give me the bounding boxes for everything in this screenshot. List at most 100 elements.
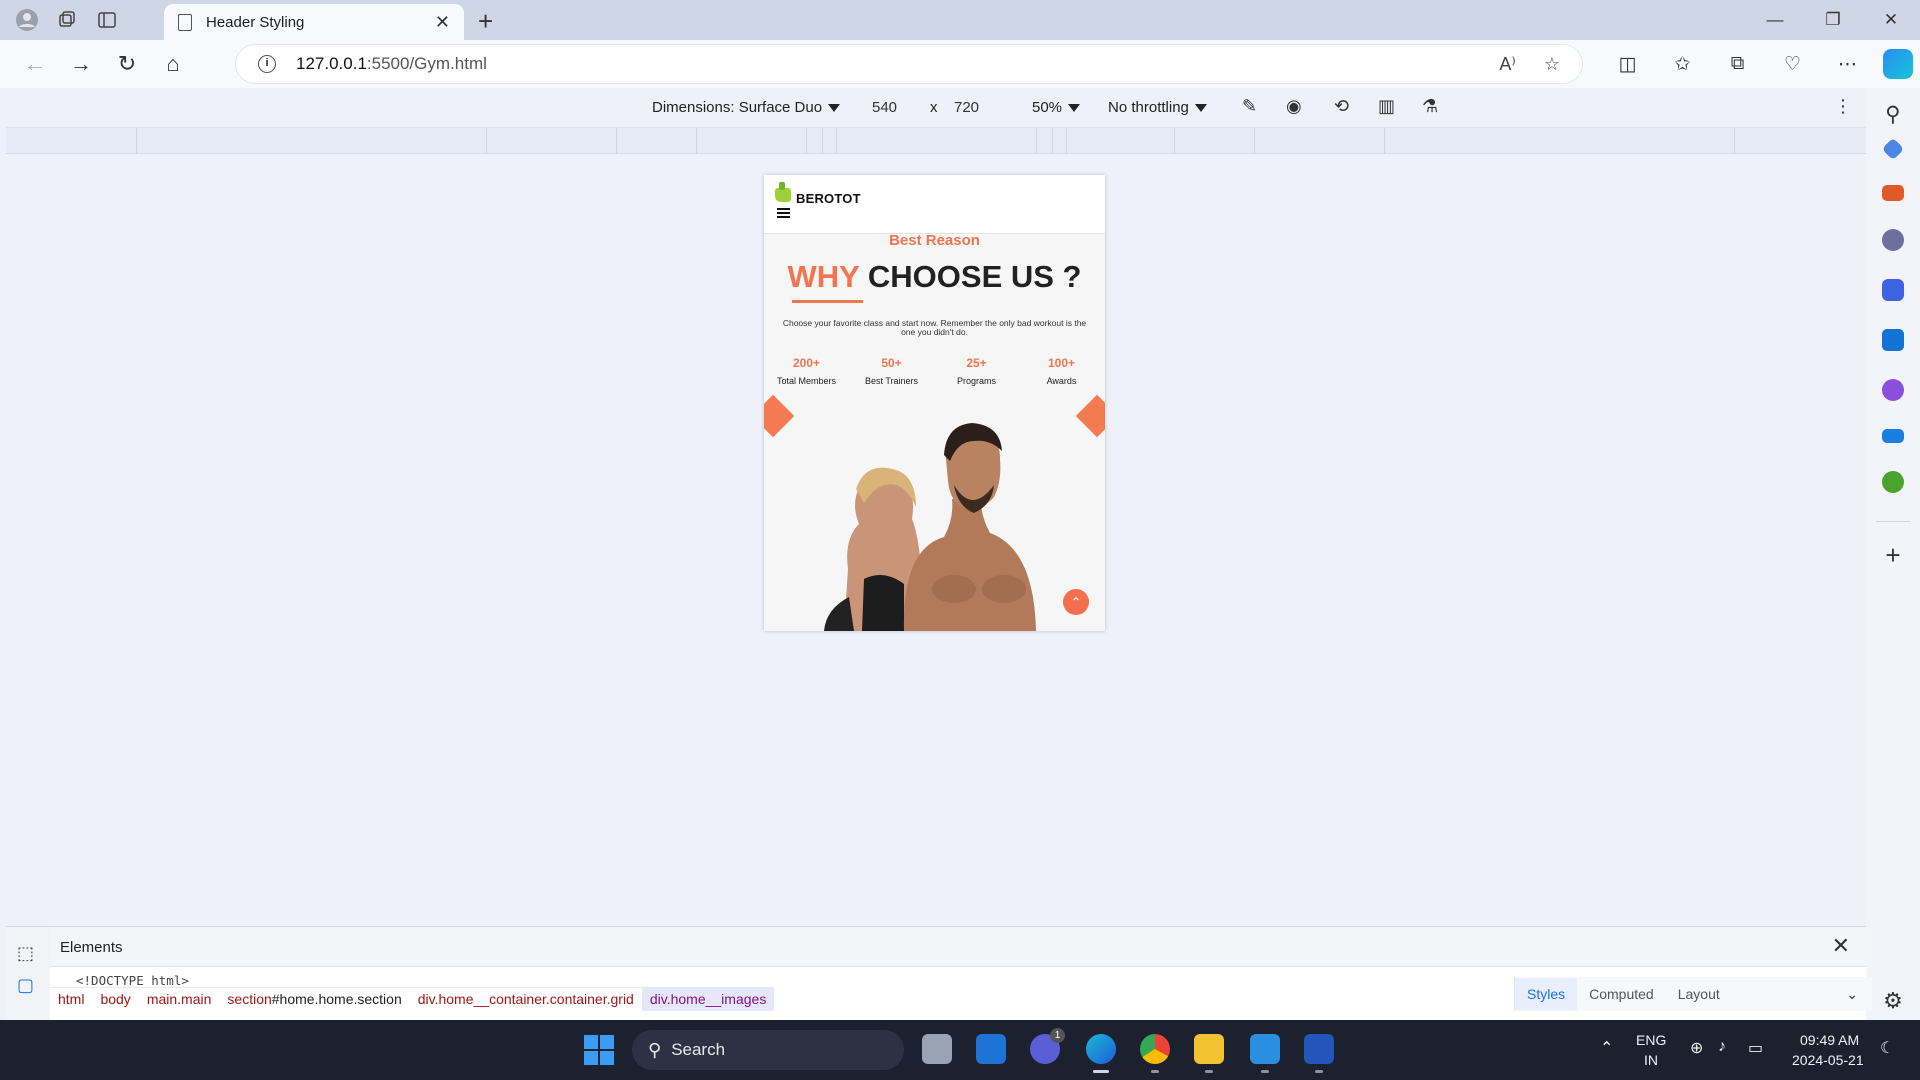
breadcrumb-item[interactable]: section#home.home.section xyxy=(219,988,409,1011)
breadcrumb-item[interactable]: body xyxy=(92,988,138,1011)
breadcrumb-item[interactable]: main.main xyxy=(139,988,220,1011)
language-top[interactable]: ENG xyxy=(1636,1032,1666,1048)
styles-pane-tabs: Styles Computed Layout ⌄ xyxy=(1514,977,1872,1011)
word-icon[interactable] xyxy=(1304,1034,1334,1064)
breadcrumb: html body main.main section#home.home.se… xyxy=(50,987,775,1011)
throttling-dropdown[interactable]: No throttling xyxy=(1108,99,1207,116)
vision-deficiency-icon[interactable]: ◉ xyxy=(1286,96,1302,117)
inspect-element-icon[interactable]: ⬚ xyxy=(17,943,34,964)
device-toolbar-more-icon[interactable]: ⋮ xyxy=(1834,96,1852,117)
stat-label: Programs xyxy=(956,376,996,386)
close-devtools-icon[interactable]: ✕ xyxy=(1832,933,1850,959)
doctype-node[interactable]: <!DOCTYPE html> xyxy=(76,973,189,988)
crumb-tag: section xyxy=(227,991,272,1007)
tab-computed[interactable]: Computed xyxy=(1577,986,1666,1002)
site-info-icon[interactable]: i xyxy=(258,55,276,73)
stat-item: 200+ Total Members xyxy=(764,356,849,386)
favorite-star-icon[interactable]: ☆ xyxy=(1544,54,1560,75)
outlook-icon[interactable] xyxy=(1882,329,1904,351)
sidebar-divider xyxy=(1876,521,1910,522)
chevron-down-icon[interactable]: ⌄ xyxy=(1834,986,1872,1003)
profile-icon[interactable] xyxy=(14,7,40,33)
close-window-button[interactable]: ✕ xyxy=(1862,4,1920,36)
vscode-icon[interactable] xyxy=(1250,1034,1280,1064)
window-controls: — ❐ ✕ xyxy=(1746,4,1920,36)
rotate-device-icon[interactable]: ⟲ xyxy=(1334,96,1349,117)
tree-icon[interactable] xyxy=(1882,471,1904,493)
notifications-icon[interactable]: ☾ xyxy=(1880,1038,1894,1058)
eyedropper-icon[interactable]: ✎ xyxy=(1242,96,1257,117)
minimize-button[interactable]: — xyxy=(1746,4,1804,36)
tab-styles[interactable]: Styles xyxy=(1515,978,1578,1010)
scroll-up-button[interactable]: ⌃ xyxy=(1063,589,1089,615)
zoom-dropdown[interactable]: 50% xyxy=(1032,99,1081,116)
hamburger-menu-icon[interactable] xyxy=(777,208,790,220)
shopping-icon[interactable] xyxy=(1881,137,1905,161)
experiments-icon[interactable]: ⚗ xyxy=(1422,96,1438,117)
chrome-icon[interactable] xyxy=(1140,1034,1170,1064)
clock-date[interactable]: 2024-05-21 xyxy=(1792,1052,1864,1068)
workspaces-icon[interactable] xyxy=(54,7,80,33)
width-input[interactable]: 540 xyxy=(872,99,897,116)
height-input[interactable]: 720 xyxy=(954,99,979,116)
microsoft-365-icon[interactable] xyxy=(1882,279,1904,301)
widgets-icon[interactable] xyxy=(976,1034,1006,1064)
breadcrumb-item[interactable]: div.home__container.container.grid xyxy=(410,988,642,1011)
dimension-separator: x xyxy=(930,99,938,116)
clock-time[interactable]: 09:49 AM xyxy=(1800,1032,1859,1048)
running-indicator xyxy=(1151,1070,1159,1073)
page-header: BEROTOT xyxy=(764,175,1105,234)
more-menu-icon[interactable]: ⋯ xyxy=(1820,53,1875,76)
volume-icon[interactable]: ♪ xyxy=(1718,1038,1726,1056)
devtools-side-toolbar: ⬚ ▢ xyxy=(6,927,50,1021)
network-icon[interactable]: ⊕ xyxy=(1690,1038,1703,1058)
language-bottom[interactable]: IN xyxy=(1644,1052,1658,1068)
task-view-icon[interactable] xyxy=(922,1034,952,1064)
split-screen-icon[interactable]: ◫ xyxy=(1600,53,1655,76)
browser-essentials-icon[interactable]: ♡ xyxy=(1765,53,1820,76)
elements-tab[interactable]: Elements xyxy=(60,939,123,956)
tools-icon[interactable] xyxy=(1882,185,1904,201)
favorites-icon[interactable]: ✩ xyxy=(1655,53,1710,76)
address-bar[interactable]: i 127.0.0.1:5500/Gym.html A⁾ ☆ xyxy=(236,45,1582,83)
breadcrumb-item-selected[interactable]: div.home__images xyxy=(641,988,775,1011)
tab-layout[interactable]: Layout xyxy=(1666,986,1732,1002)
refresh-button[interactable]: ↻ xyxy=(104,51,150,77)
devtools-panel: ⬚ ▢ Elements ✕ <!DOCTYPE html> html body… xyxy=(6,926,1872,1021)
close-tab-icon[interactable]: ✕ xyxy=(435,12,450,33)
show-hidden-icons-icon[interactable]: ⌃ xyxy=(1600,1038,1613,1058)
collections-icon[interactable]: ⧉ xyxy=(1710,53,1765,75)
read-aloud-icon[interactable]: A⁾ xyxy=(1499,54,1515,75)
tab-header-styling[interactable]: Header Styling ✕ xyxy=(164,4,464,40)
logo-text[interactable]: BEROTOT xyxy=(796,191,861,206)
copilot-icon[interactable] xyxy=(1883,49,1913,79)
new-tab-button[interactable]: + xyxy=(478,6,493,37)
zoom-label: 50% xyxy=(1032,99,1063,116)
throttling-label: No throttling xyxy=(1108,99,1189,116)
search-icon[interactable]: ⚲ xyxy=(1885,102,1900,127)
designer-icon[interactable] xyxy=(1882,379,1904,401)
send-icon[interactable] xyxy=(1882,429,1904,443)
add-sidebar-app-icon[interactable]: + xyxy=(1885,540,1900,571)
running-indicator xyxy=(1261,1070,1269,1073)
dimensions-dropdown[interactable]: Dimensions: Surface Duo xyxy=(652,99,841,116)
file-explorer-icon[interactable] xyxy=(1194,1034,1224,1064)
edge-taskbar-icon[interactable] xyxy=(1086,1034,1116,1064)
taskbar-search[interactable]: ⚲ Search xyxy=(632,1030,904,1070)
forward-button[interactable]: → xyxy=(58,51,104,77)
battery-icon[interactable]: ▭ xyxy=(1748,1038,1763,1058)
stat-label: Best Trainers xyxy=(864,376,919,386)
document-icon xyxy=(178,13,192,31)
tab-actions-icon[interactable] xyxy=(94,7,120,33)
home-button[interactable]: ⌂ xyxy=(150,51,196,77)
breadcrumb-item[interactable]: html xyxy=(50,988,92,1011)
restore-button[interactable]: ❐ xyxy=(1804,4,1862,36)
dual-screen-icon[interactable]: ▥ xyxy=(1378,96,1395,117)
tab-title: Header Styling xyxy=(206,13,305,31)
decorative-diamond-right xyxy=(1075,394,1105,438)
games-icon[interactable] xyxy=(1882,229,1904,251)
start-button[interactable] xyxy=(584,1035,614,1065)
back-button[interactable]: ← xyxy=(12,51,58,77)
sidebar-settings-icon[interactable]: ⚙ xyxy=(1883,988,1903,1014)
device-emulation-icon[interactable]: ▢ xyxy=(17,975,34,996)
